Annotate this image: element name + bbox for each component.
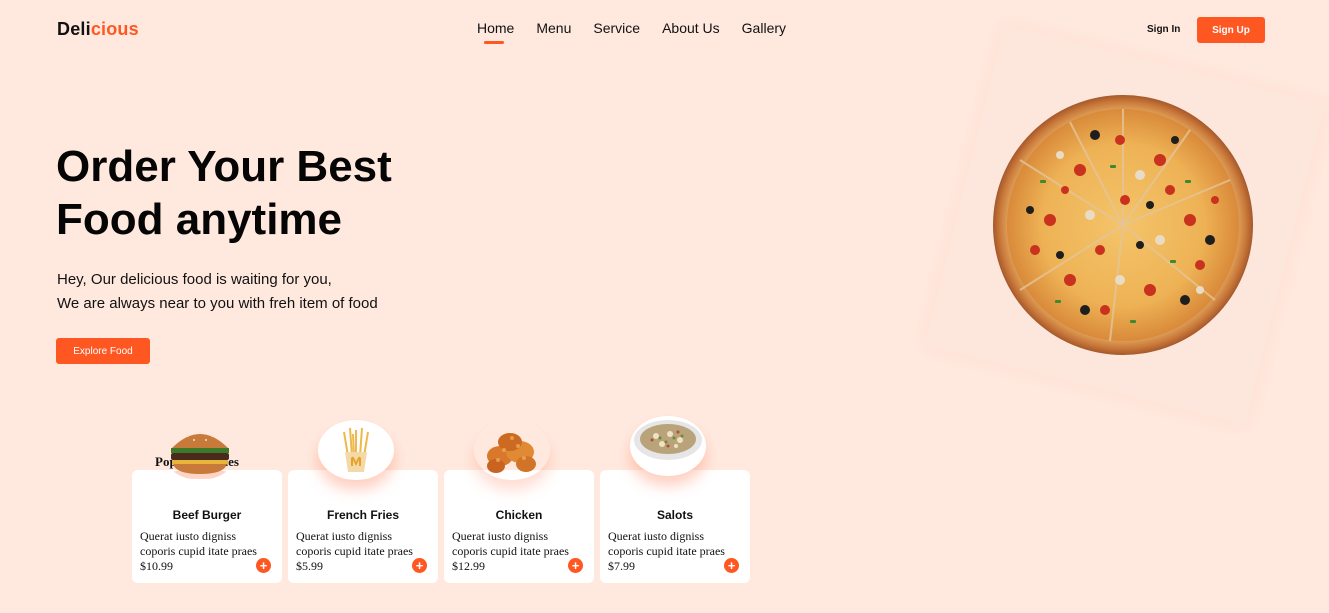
- chicken-icon: [487, 433, 536, 473]
- dish-price: $7.99: [608, 559, 635, 573]
- add-to-cart-icon[interactable]: +: [256, 558, 271, 573]
- dish-name: Chicken: [495, 508, 543, 522]
- dish-price: $10.99: [140, 559, 173, 573]
- dish-name: Salots: [656, 508, 693, 522]
- main-nav: Home Menu Service About Us Gallery: [477, 20, 786, 44]
- hero-pizza-image: [924, 24, 1326, 426]
- hero-title-line-1: Order Your Best: [56, 142, 392, 191]
- nav-menu[interactable]: Menu: [536, 20, 571, 42]
- dish-card[interactable]: Beef Burger Querat iusto digniss coporis…: [132, 431, 282, 583]
- hero-title: Order Your Best Food anytime: [56, 140, 476, 246]
- hero-subtitle: Hey, Our delicious food is waiting for y…: [57, 268, 378, 316]
- dish-description: Querat iusto digniss coporis cupid itate…: [140, 529, 257, 558]
- dish-name: Beef Burger: [172, 508, 242, 522]
- nav-home[interactable]: Home: [477, 20, 514, 44]
- dish-description: Querat iusto digniss coporis cupid itate…: [608, 529, 725, 558]
- dish-price: $12.99: [452, 559, 485, 573]
- dish-description: Querat iusto digniss coporis cupid itate…: [452, 529, 569, 558]
- nav-about[interactable]: About Us: [662, 20, 720, 42]
- explore-food-button[interactable]: Explore Food: [56, 338, 150, 364]
- brand-part-1: Deli: [57, 19, 91, 39]
- dish-card[interactable]: Salots Querat iusto digniss coporis cupi…: [600, 416, 750, 583]
- hero-title-line-2: Food anytime: [56, 195, 343, 244]
- fries-icon: [318, 420, 394, 480]
- nav-gallery[interactable]: Gallery: [742, 20, 786, 42]
- dish-description: Querat iusto digniss coporis cupid itate…: [296, 529, 413, 558]
- sign-in-link[interactable]: Sign In: [1147, 24, 1180, 35]
- add-to-cart-icon[interactable]: +: [412, 558, 427, 573]
- pizza-icon: [993, 95, 1253, 355]
- add-to-cart-icon[interactable]: +: [568, 558, 583, 573]
- add-to-cart-icon[interactable]: +: [724, 558, 739, 573]
- sign-up-button[interactable]: Sign Up: [1197, 17, 1265, 43]
- brand-logo[interactable]: Delicious: [57, 19, 139, 40]
- dish-card[interactable]: Chicken Querat iusto digniss coporis cup…: [444, 433, 594, 583]
- hero-subtitle-line-2: We are always near to you with freh item…: [57, 295, 378, 312]
- popular-dishes-list: Beef Burger Querat iusto digniss coporis…: [132, 416, 750, 583]
- hero-subtitle-line-1: Hey, Our delicious food is waiting for y…: [57, 271, 332, 288]
- dish-name: French Fries: [326, 508, 400, 522]
- brand-part-2: cious: [90, 19, 139, 39]
- dish-card[interactable]: French Fries Querat iusto digniss copori…: [288, 420, 438, 583]
- nav-service[interactable]: Service: [593, 20, 640, 42]
- salad-bowl-icon: [630, 416, 706, 476]
- dish-price: $5.99: [296, 559, 323, 573]
- burger-icon: [170, 431, 230, 479]
